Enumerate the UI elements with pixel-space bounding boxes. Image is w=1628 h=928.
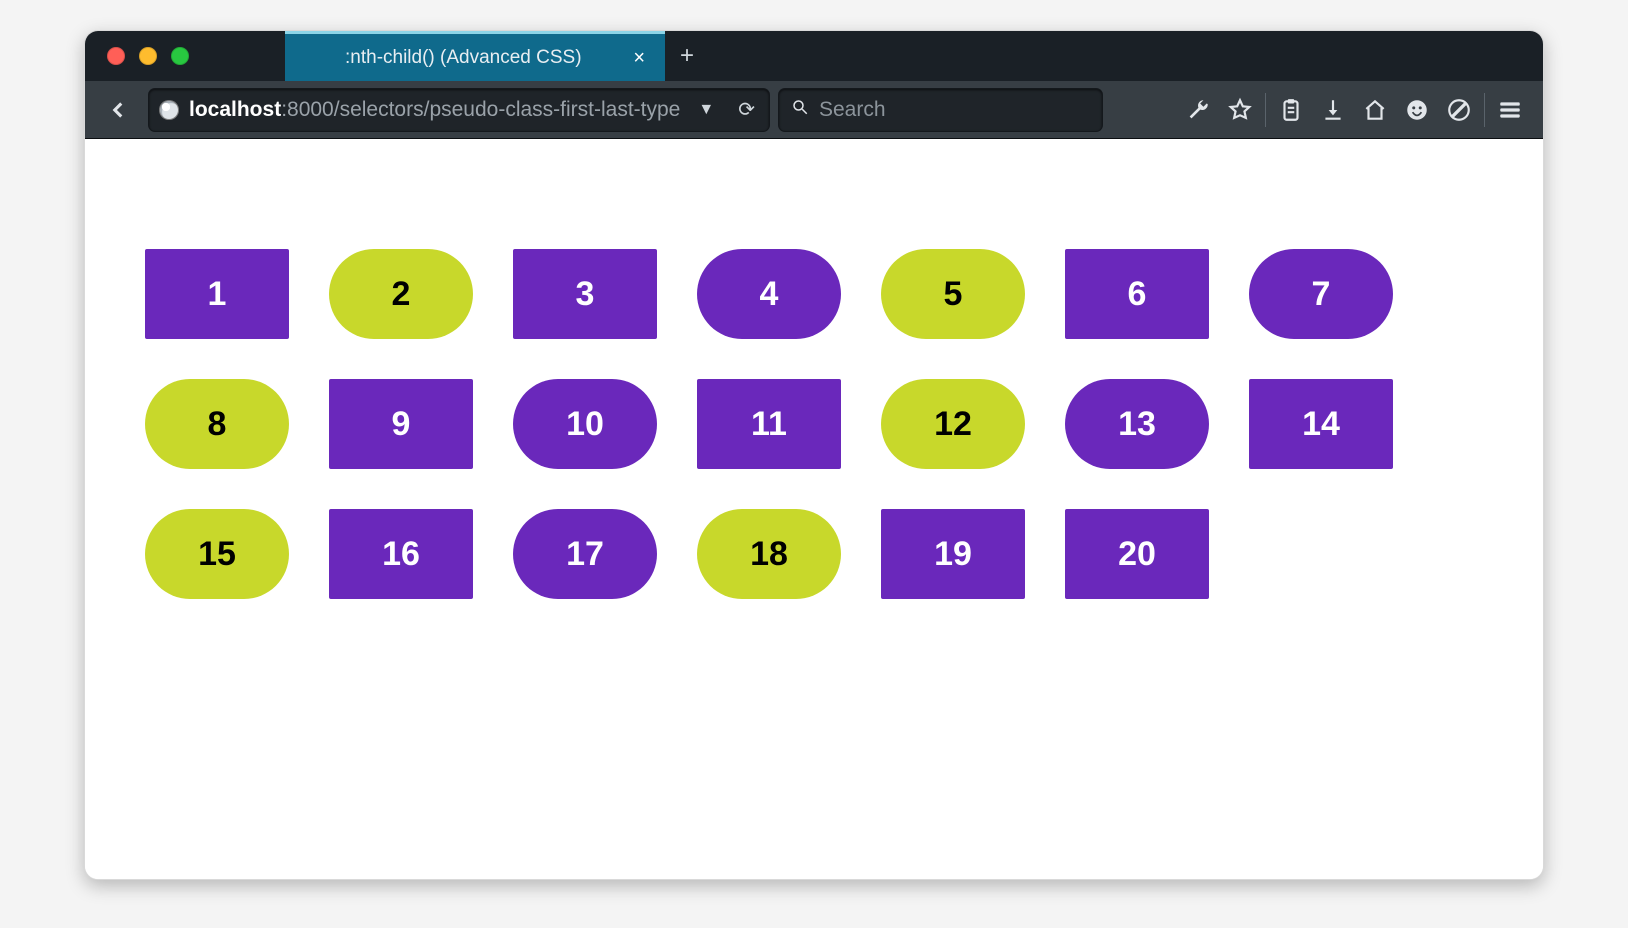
- toolbar-separator: [1265, 93, 1266, 127]
- minimize-window-button[interactable]: [139, 47, 157, 65]
- window-controls: [85, 31, 285, 81]
- url-path: :8000/selectors/pseudo-class-first-last-…: [281, 98, 680, 121]
- box-16: 16: [329, 509, 473, 599]
- box-label: 13: [1118, 405, 1156, 444]
- box-13: 13: [1065, 379, 1209, 469]
- box-label: 6: [1128, 275, 1147, 314]
- url-bar[interactable]: localhost:8000/selectors/pseudo-class-fi…: [149, 89, 769, 131]
- close-tab-button[interactable]: ×: [633, 48, 645, 68]
- bookmark-button[interactable]: [1219, 89, 1261, 131]
- clipboard-button[interactable]: [1270, 89, 1312, 131]
- zoom-window-button[interactable]: [171, 47, 189, 65]
- devtools-button[interactable]: [1177, 89, 1219, 131]
- box-6: 6: [1065, 249, 1209, 339]
- search-input[interactable]: [819, 98, 1090, 122]
- box-17: 17: [513, 509, 657, 599]
- search-bar[interactable]: [779, 89, 1102, 131]
- box-label: 2: [392, 275, 411, 314]
- box-label: 17: [566, 535, 604, 574]
- url-host: localhost: [189, 98, 281, 121]
- box-grid: 1234567891011121314151617181920: [145, 249, 1465, 599]
- box-5: 5: [881, 249, 1025, 339]
- titlebar: :nth-child() (Advanced CSS) × +: [85, 31, 1543, 81]
- feedback-button[interactable]: [1396, 89, 1438, 131]
- addon-button[interactable]: [1438, 89, 1480, 131]
- toolbar-right: [1177, 89, 1531, 131]
- box-7: 7: [1249, 249, 1393, 339]
- url-dropdown-button[interactable]: ▼: [692, 101, 720, 119]
- home-icon: [1362, 97, 1388, 123]
- box-label: 1: [208, 275, 227, 314]
- downloads-button[interactable]: [1312, 89, 1354, 131]
- smiley-icon: [1404, 97, 1430, 123]
- box-label: 5: [944, 275, 963, 314]
- box-14: 14: [1249, 379, 1393, 469]
- box-label: 7: [1312, 275, 1331, 314]
- box-label: 4: [760, 275, 779, 314]
- hamburger-icon: [1497, 97, 1523, 123]
- box-11: 11: [697, 379, 841, 469]
- box-label: 15: [198, 535, 236, 574]
- box-10: 10: [513, 379, 657, 469]
- toolbar: localhost:8000/selectors/pseudo-class-fi…: [85, 81, 1543, 139]
- box-label: 14: [1302, 405, 1340, 444]
- box-label: 20: [1118, 535, 1156, 574]
- box-9: 9: [329, 379, 473, 469]
- box-4: 4: [697, 249, 841, 339]
- menu-button[interactable]: [1489, 89, 1531, 131]
- box-8: 8: [145, 379, 289, 469]
- box-20: 20: [1065, 509, 1209, 599]
- globe-icon: [159, 100, 179, 120]
- box-15: 15: [145, 509, 289, 599]
- box-label: 8: [208, 405, 227, 444]
- new-tab-button[interactable]: +: [665, 31, 709, 81]
- box-label: 19: [934, 535, 972, 574]
- box-label: 9: [392, 405, 411, 444]
- box-label: 12: [934, 405, 972, 444]
- star-icon: [1227, 97, 1253, 123]
- compass-icon: [1446, 97, 1472, 123]
- box-3: 3: [513, 249, 657, 339]
- back-button[interactable]: [97, 89, 139, 131]
- box-label: 10: [566, 405, 604, 444]
- browser-tab-active[interactable]: :nth-child() (Advanced CSS) ×: [285, 31, 665, 81]
- browser-window: :nth-child() (Advanced CSS) × + localhos…: [84, 30, 1544, 880]
- box-18: 18: [697, 509, 841, 599]
- box-1: 1: [145, 249, 289, 339]
- box-19: 19: [881, 509, 1025, 599]
- search-icon: [791, 98, 809, 121]
- home-button[interactable]: [1354, 89, 1396, 131]
- box-12: 12: [881, 379, 1025, 469]
- box-label: 3: [576, 275, 595, 314]
- wrench-icon: [1185, 97, 1211, 123]
- download-icon: [1320, 97, 1346, 123]
- clipboard-icon: [1278, 97, 1304, 123]
- titlebar-spacer: [709, 31, 1543, 81]
- box-2: 2: [329, 249, 473, 339]
- close-window-button[interactable]: [107, 47, 125, 65]
- arrow-left-icon: [105, 97, 131, 123]
- url-text: localhost:8000/selectors/pseudo-class-fi…: [189, 98, 682, 122]
- reload-button[interactable]: ⟳: [730, 97, 763, 122]
- box-label: 11: [751, 405, 787, 444]
- page-content: 1234567891011121314151617181920: [85, 139, 1543, 879]
- tab-title: :nth-child() (Advanced CSS): [345, 47, 611, 69]
- toolbar-separator: [1484, 93, 1485, 127]
- box-label: 16: [382, 535, 420, 574]
- box-label: 18: [750, 535, 788, 574]
